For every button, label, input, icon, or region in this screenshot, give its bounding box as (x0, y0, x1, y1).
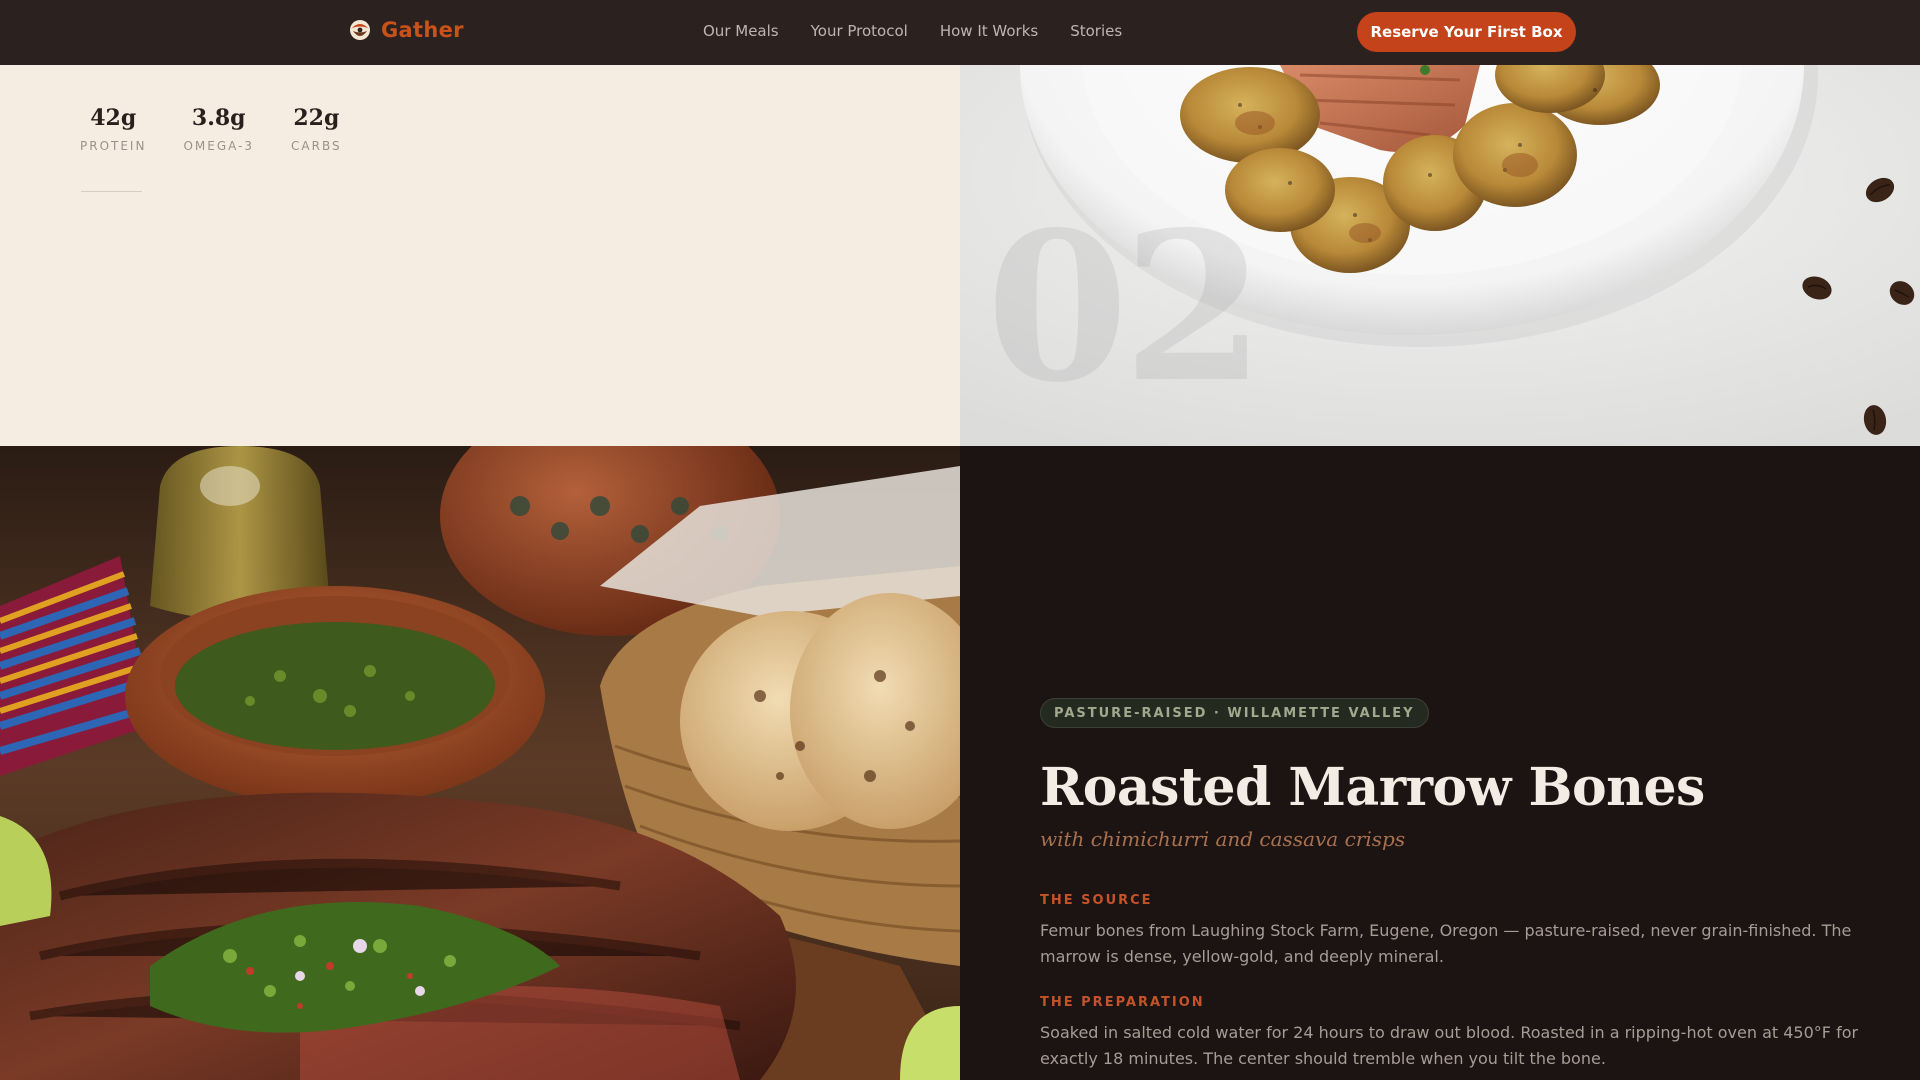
divider (81, 191, 142, 192)
meal-subtitle: with chimichurri and cassava crisps (1040, 827, 1406, 851)
meal-title: Roasted Marrow Bones (1040, 757, 1705, 818)
nav-link-our-meals[interactable]: Our Meals (703, 22, 779, 40)
macro-omega3: 3.8g OMEGA-3 (183, 105, 254, 153)
macro-value: 42g (90, 105, 137, 131)
macro-protein: 42g PROTEIN (80, 105, 146, 153)
nav-link-your-protocol[interactable]: Your Protocol (811, 22, 908, 40)
macro-stats: 42g PROTEIN 3.8g OMEGA-3 22g CARBS (80, 105, 342, 153)
nav-link-stories[interactable]: Stories (1070, 22, 1122, 40)
macro-label: CARBS (291, 139, 342, 153)
brand-logo-icon (350, 20, 370, 40)
macro-value: 3.8g (191, 105, 246, 131)
preparation-body: Soaked in salted cold water for 24 hours… (1040, 1023, 1859, 1068)
main-nav-links: Our Meals Your Protocol How It Works Sto… (703, 22, 1122, 40)
steak-chimichurri-photo (0, 446, 960, 1080)
macro-label: OMEGA-3 (183, 139, 255, 153)
brand[interactable]: Gather (349, 18, 464, 42)
preparation-heading: THE PREPARATION (1040, 995, 1205, 1010)
sourcing-badge: PASTURE-RAISED · WILLAMETTE VALLEY (1040, 698, 1429, 728)
source-body: Femur bones from Laughing Stock Farm, Eu… (1040, 921, 1852, 966)
source-heading: THE SOURCE (1040, 893, 1153, 908)
top-nav: Gather Our Meals Your Protocol How It Wo… (0, 0, 1920, 65)
reserve-first-box-button[interactable]: Reserve Your First Box (1357, 12, 1576, 52)
macro-carbs: 22g CARBS (291, 105, 342, 153)
macro-label: PROTEIN (80, 139, 147, 153)
nav-link-how-it-works[interactable]: How It Works (940, 22, 1038, 40)
meal-number: 02 (986, 188, 1265, 428)
brand-name: Gather (381, 18, 464, 42)
macro-value: 22g (293, 105, 340, 131)
